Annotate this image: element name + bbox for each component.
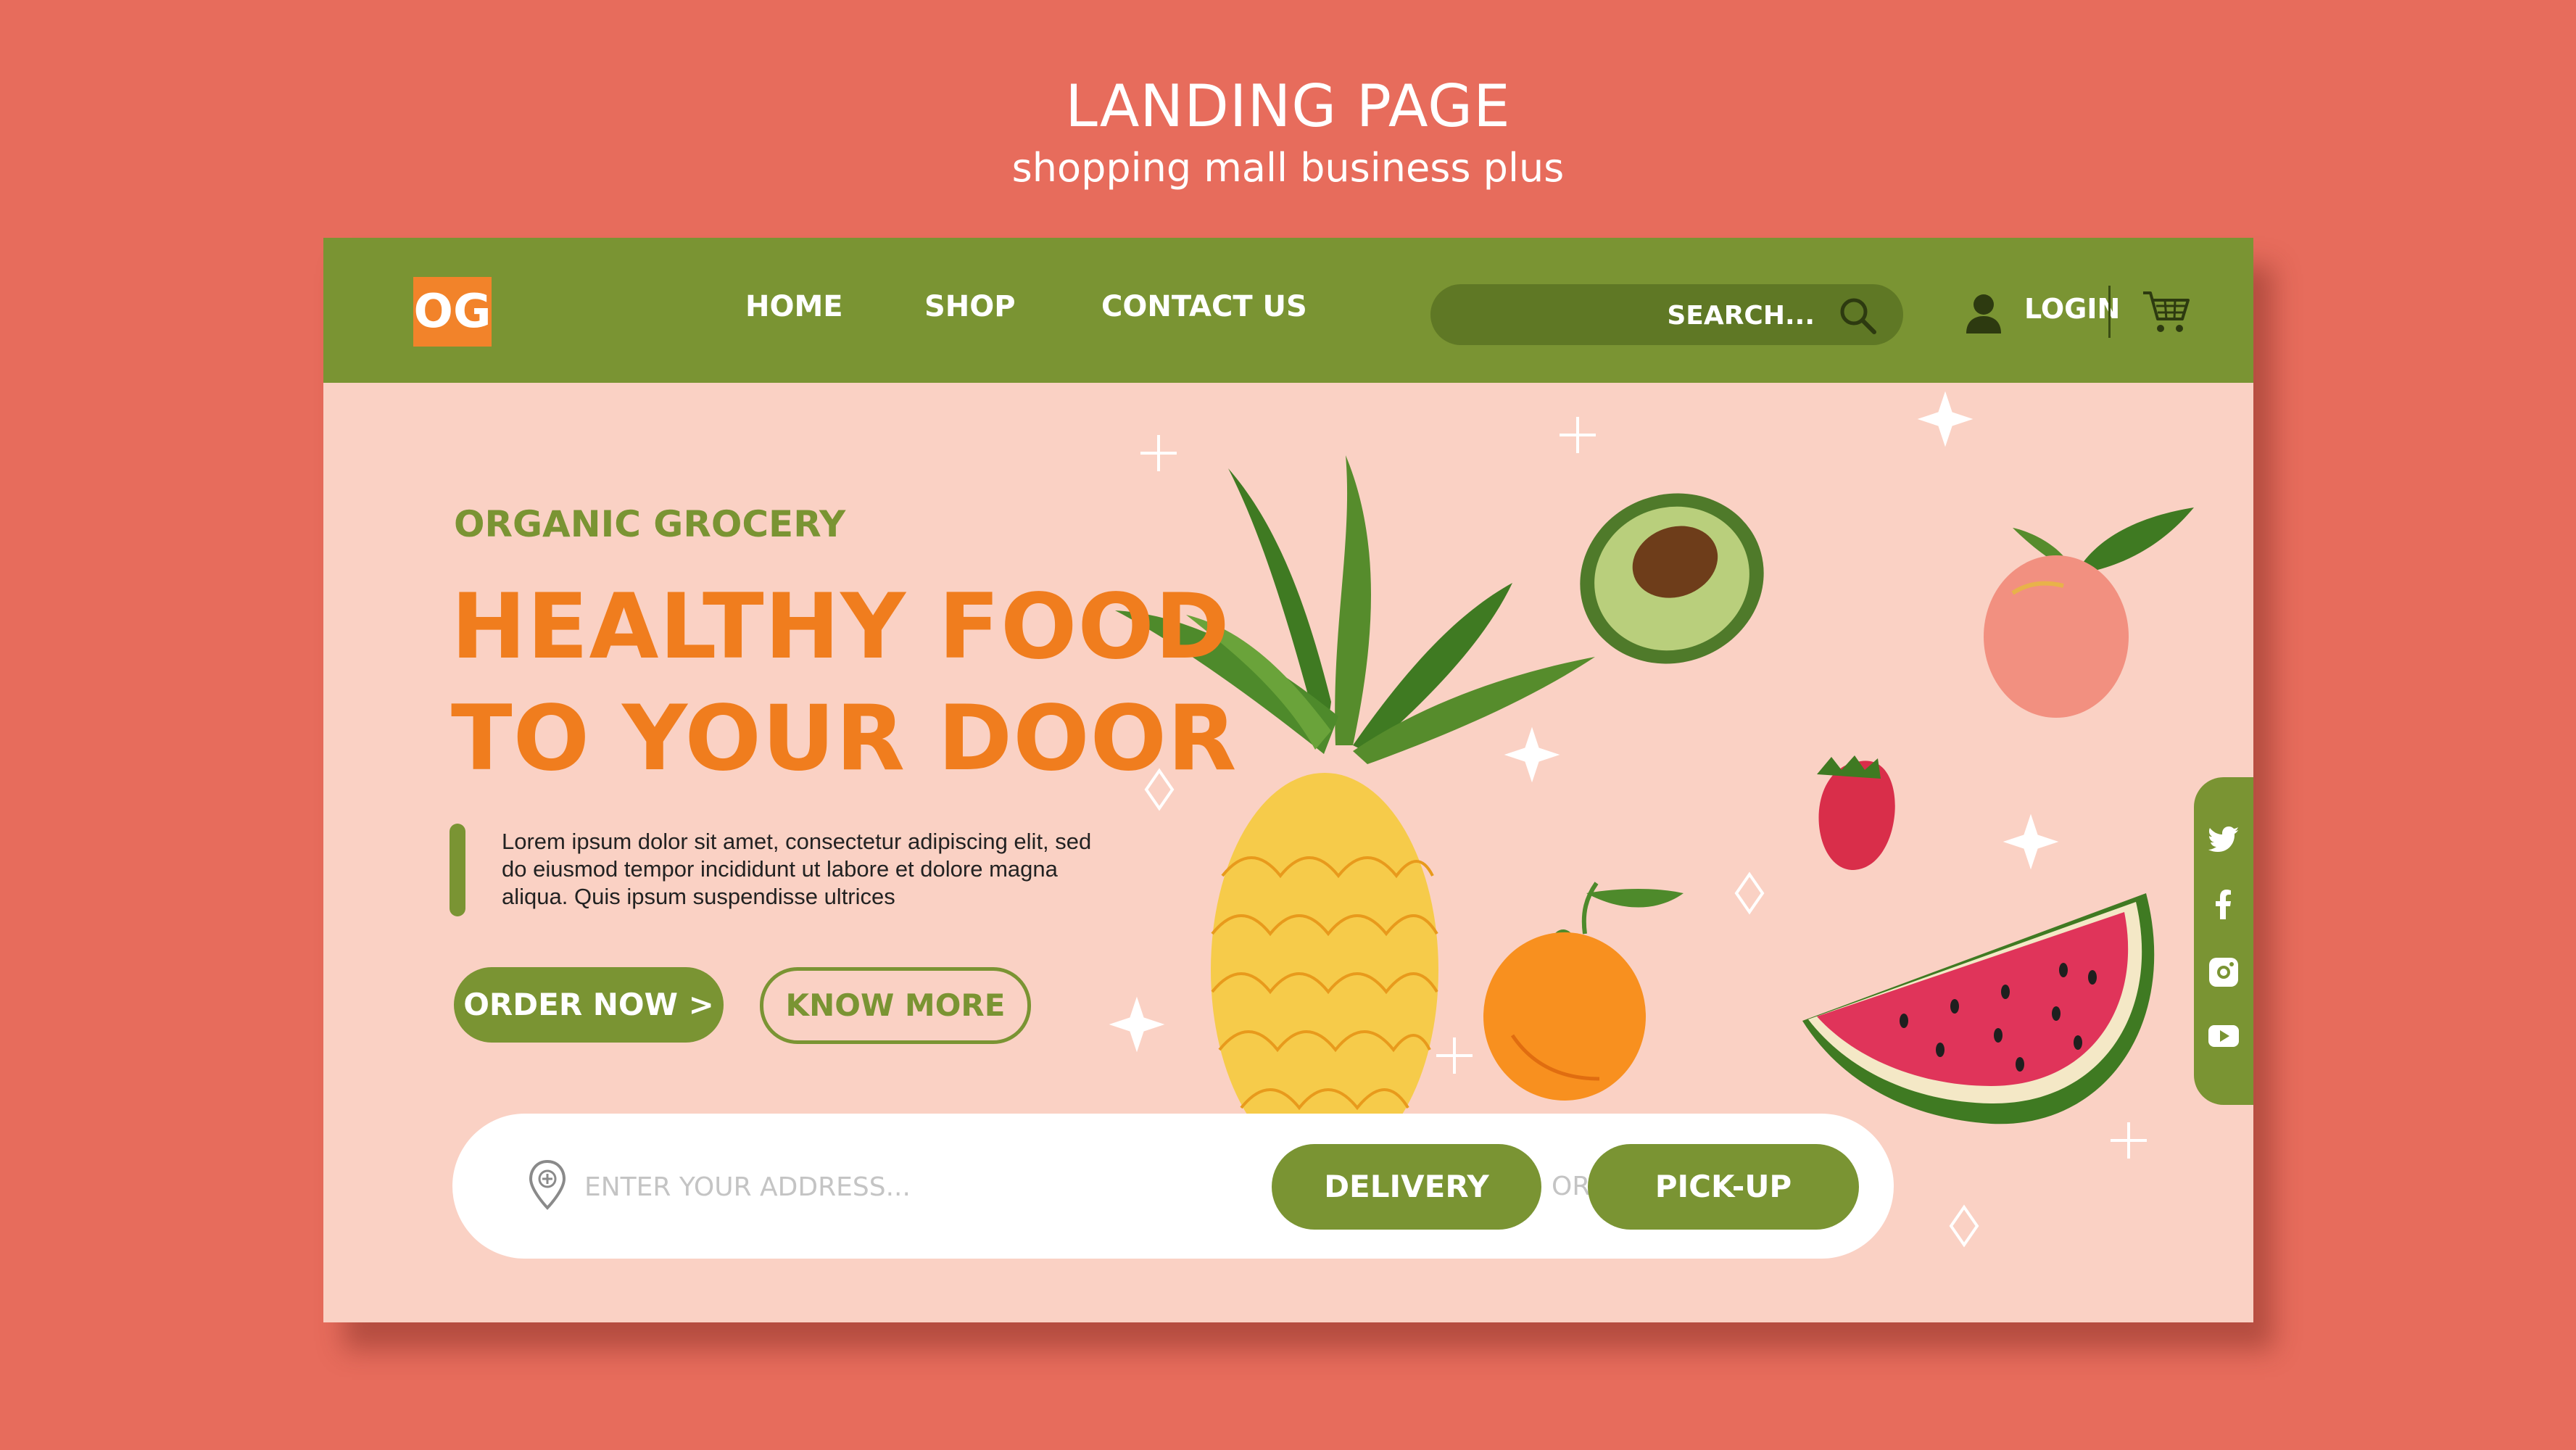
peach [1984,508,2194,718]
hero-eyebrow: ORGANIC GROCERY [454,503,846,545]
nav-link-home[interactable]: HOME [745,290,843,323]
nav-link-shop[interactable]: SHOP [924,290,1016,323]
hero-title: HEALTHY FOOD TO YOUR DOOR [451,575,1238,791]
search-bar [1430,284,1903,347]
twitter-icon[interactable] [2207,822,2240,856]
strawberry [1817,755,1895,870]
hero-body: Lorem ipsum dolor sit amet, consectetur … [502,829,1092,909]
nav-divider [2108,286,2111,338]
avocado [1580,493,1764,664]
delivery-button[interactable]: DELIVERY [1272,1144,1541,1230]
logo[interactable]: OG [413,277,492,347]
pickup-button[interactable]: PICK-UP [1588,1144,1859,1230]
social-sidebar [2194,777,2253,1105]
order-now-button[interactable]: ORDER NOW > [454,967,724,1043]
landing-mockup: OG HOME SHOP CONTACT US LOGIN ORGANI [323,238,2253,1322]
know-more-button[interactable]: KNOW MORE [760,967,1031,1044]
accent-bar [450,824,465,916]
search-icon[interactable] [1838,296,1877,335]
cart-icon[interactable] [2142,289,2191,335]
watermelon [1802,893,2155,1124]
login-link[interactable]: LOGIN [2024,293,2120,325]
instagram-icon[interactable] [2207,956,2240,989]
youtube-icon[interactable] [2207,1019,2240,1053]
page-title: LANDING PAGE [1065,72,1511,140]
page-subtitle: shopping mall business plus [1011,145,1565,191]
nav-bar: OG HOME SHOP CONTACT US LOGIN [323,238,2253,383]
location-pin-icon [529,1159,566,1210]
facebook-icon[interactable] [2207,887,2240,921]
orange [1483,882,1683,1101]
search-input[interactable] [1509,284,1816,347]
nav-link-contact-us[interactable]: CONTACT US [1101,290,1307,323]
user-icon[interactable] [1965,293,2003,334]
address-bar: DELIVERY OR PICK-UP [452,1114,1894,1259]
or-separator: OR [1552,1172,1591,1201]
pineapple [1115,455,1595,1167]
address-input[interactable] [583,1157,1238,1217]
